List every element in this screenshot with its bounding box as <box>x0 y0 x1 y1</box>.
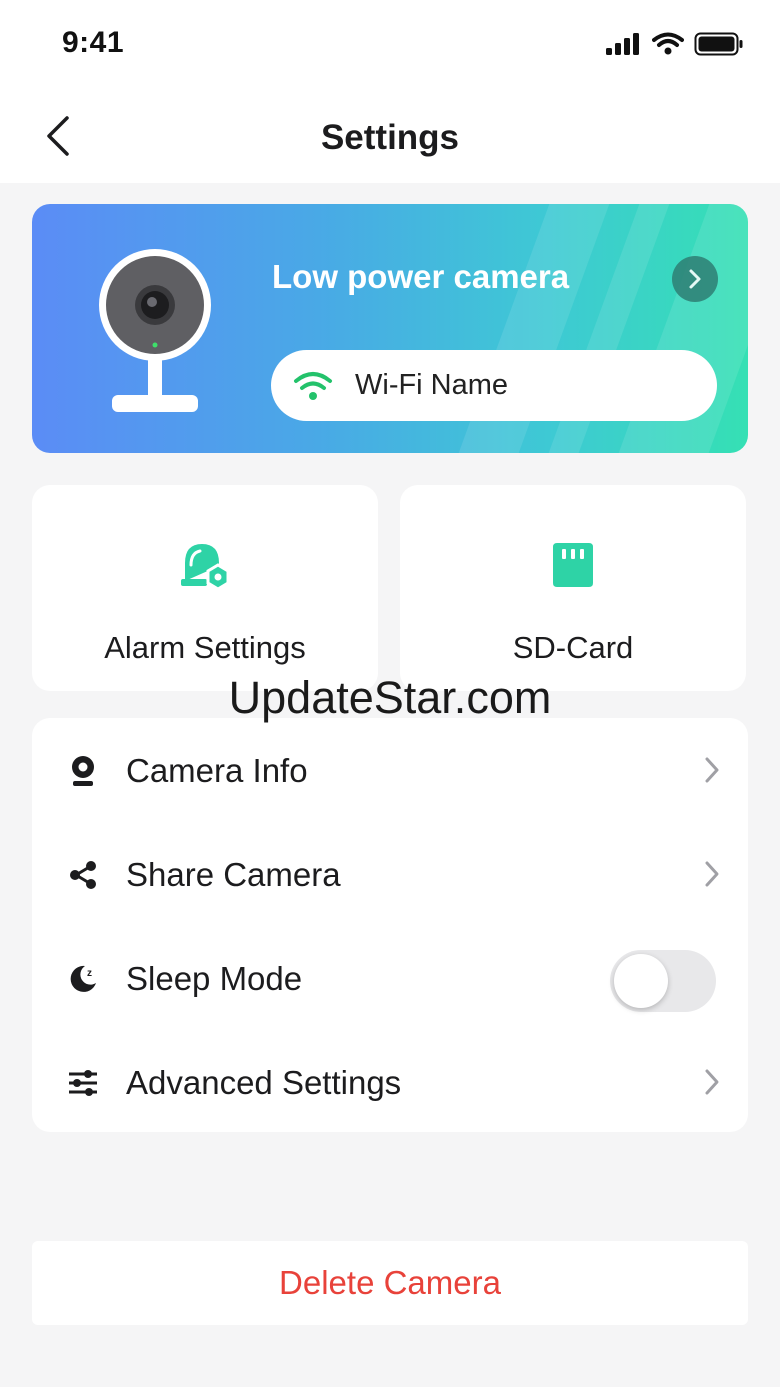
share-camera-row[interactable]: Share Camera <box>32 822 748 926</box>
chevron-right-icon <box>705 861 719 887</box>
sliders-icon <box>69 1070 97 1096</box>
nav-bar: Settings <box>0 90 780 183</box>
page-title: Settings <box>320 118 460 157</box>
settings-list: Camera Info Share Camera z Sleep Mode Ad… <box>32 718 748 1132</box>
device-card[interactable]: Low power camera Wi-Fi Name <box>32 204 748 453</box>
svg-text:z: z <box>87 968 92 979</box>
status-icons <box>606 32 744 56</box>
wifi-signal-icon <box>652 32 684 55</box>
status-bar: 9:41 <box>0 0 780 90</box>
device-detail-button[interactable] <box>672 256 718 302</box>
alarm-settings-label: Alarm Settings <box>104 630 306 665</box>
toggle-knob <box>614 954 668 1008</box>
sleep-mode-label: Sleep Mode <box>126 960 303 997</box>
sd-card-tile[interactable]: SD-Card <box>400 485 746 691</box>
share-camera-label: Share Camera <box>126 856 341 893</box>
chevron-right-icon <box>705 1069 719 1095</box>
chevron-right-icon <box>689 269 701 289</box>
wifi-pill[interactable]: Wi-Fi Name <box>271 350 717 421</box>
camera-device-icon <box>99 249 211 412</box>
battery-icon <box>694 32 743 56</box>
moon-icon: z <box>70 965 96 992</box>
sleep-mode-toggle[interactable] <box>610 950 716 1012</box>
wifi-icon <box>294 371 332 400</box>
advanced-settings-row[interactable]: Advanced Settings <box>32 1030 748 1134</box>
camera-info-label: Camera Info <box>126 752 308 789</box>
chevron-right-icon <box>705 757 719 783</box>
camera-icon <box>72 756 94 786</box>
device-name: Low power camera <box>272 258 570 295</box>
wifi-name: Wi-Fi Name <box>355 369 509 401</box>
alarm-settings-icon <box>181 544 230 591</box>
share-icon <box>70 861 96 889</box>
status-time: 9:41 <box>62 26 125 59</box>
delete-camera-button[interactable]: Delete Camera <box>32 1241 748 1325</box>
cellular-signal-icon <box>606 33 639 55</box>
sd-card-icon <box>553 543 593 587</box>
alarm-settings-tile[interactable]: Alarm Settings <box>32 485 378 691</box>
sleep-mode-row: z Sleep Mode <box>32 926 748 1030</box>
camera-info-row[interactable]: Camera Info <box>32 718 748 822</box>
advanced-settings-label: Advanced Settings <box>126 1064 402 1101</box>
sd-card-label: SD-Card <box>512 630 634 665</box>
